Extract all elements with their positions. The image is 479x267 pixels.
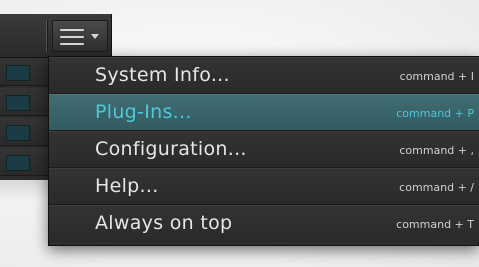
menu-item-always-on-top[interactable]: Always on top command + T bbox=[49, 205, 479, 242]
menu-item-shortcut: command + / bbox=[399, 181, 474, 194]
toolbar-divider bbox=[46, 20, 47, 52]
track-cell bbox=[6, 125, 30, 141]
menu-item-help[interactable]: Help... command + / bbox=[49, 168, 479, 205]
menu-item-label: Always on top bbox=[95, 212, 233, 234]
hamburger-icon bbox=[60, 29, 84, 45]
menu-item-shortcut: command + P bbox=[396, 107, 474, 120]
dropdown-menu: System Info... command + I Plug-Ins... c… bbox=[48, 56, 479, 246]
track-cell bbox=[6, 65, 30, 81]
menu-item-plug-ins[interactable]: Plug-Ins... command + P bbox=[49, 94, 479, 131]
caret-down-icon bbox=[91, 34, 99, 39]
menu-item-system-info[interactable]: System Info... command + I bbox=[49, 57, 479, 94]
menu-item-shortcut: command + , bbox=[399, 144, 474, 157]
menu-item-label: Configuration... bbox=[95, 138, 247, 160]
menu-item-label: Plug-Ins... bbox=[95, 101, 192, 123]
menu-item-configuration[interactable]: Configuration... command + , bbox=[49, 131, 479, 168]
menu-item-label: System Info... bbox=[95, 64, 230, 86]
toolbar bbox=[0, 14, 112, 58]
menu-button[interactable] bbox=[52, 20, 108, 52]
track-cell bbox=[6, 155, 30, 171]
menu-item-shortcut: command + T bbox=[396, 218, 474, 231]
menu-item-label: Help... bbox=[95, 175, 159, 197]
track-cell bbox=[6, 95, 30, 111]
menu-item-shortcut: command + I bbox=[399, 70, 474, 83]
